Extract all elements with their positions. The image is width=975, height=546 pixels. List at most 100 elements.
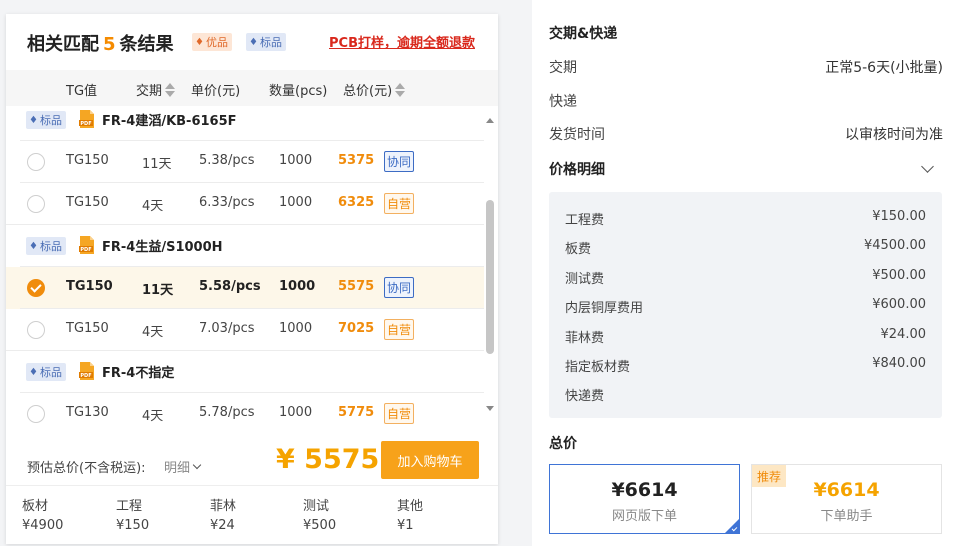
add-to-cart-button[interactable]: 加入购物车: [381, 441, 479, 479]
col-days-label: 交期: [136, 84, 163, 99]
web-order-amount: ¥6614: [611, 479, 678, 501]
results-header: 相关匹配 5 条结果 ♦ 优品 ♦ 标品 PCB打样，逾期全额退款: [6, 14, 498, 70]
price-detail-heading: 价格明细: [549, 162, 605, 178]
diamond-icon: ♦: [29, 240, 38, 252]
unit-price: 5.38/pcs: [199, 153, 255, 168]
tg-value: TG150: [66, 153, 109, 168]
col-total-label: 总价(元): [343, 84, 393, 99]
result-row[interactable]: TG150 11天 5.58/pcs 1000 5575 协同: [6, 267, 484, 309]
selected-corner-icon: [725, 519, 739, 533]
helper-order-option[interactable]: 推荐 ¥6614 下单助手: [751, 464, 942, 534]
premium-tag-label: 优品: [205, 36, 228, 49]
breakdown-item: 测试 ¥500: [303, 495, 336, 533]
svg-text:PDF: PDF: [80, 247, 91, 253]
breakdown-value: ¥500: [303, 518, 337, 533]
quantity: 1000: [279, 405, 313, 420]
col-days[interactable]: 交期: [136, 80, 176, 99]
scroll-down-icon[interactable]: [486, 406, 494, 411]
material-name: FR-4生益/S1000H: [102, 240, 223, 255]
lead-time: 11天: [142, 283, 174, 298]
result-row[interactable]: TG150 11天 5.38/pcs 1000 5375 协同: [6, 141, 484, 183]
standard-tag-label: 标品: [39, 240, 62, 253]
breakdown-name: 板材: [22, 499, 49, 514]
result-row[interactable]: TG150 4天 6.33/pcs 1000 6325 自营: [6, 183, 484, 225]
col-total[interactable]: 总价(元): [343, 80, 406, 99]
pdf-icon[interactable]: PDF: [78, 235, 96, 255]
price-summary: 预估总价(不含税运): 明细 ¥ 5575 加入购物车: [6, 438, 498, 488]
pdf-icon[interactable]: PDF: [78, 361, 96, 381]
diamond-icon: ♦: [29, 114, 38, 126]
web-order-caption: 网页版下单: [611, 509, 677, 524]
column-header: TG值 交期 单价(元) 数量(pcs) 总价(元): [6, 70, 498, 106]
list-scrollbar[interactable]: [484, 114, 496, 414]
breakdown-item: 其他 ¥1: [397, 495, 423, 533]
premium-tag: ♦ 优品: [192, 33, 232, 51]
unit-price: 5.58/pcs: [199, 279, 261, 294]
total-price: 5575: [338, 279, 375, 294]
estimate-label: 预估总价(不含税运):: [27, 461, 146, 476]
breakdown-item: 板材 ¥4900: [22, 495, 63, 533]
unit-price: 5.78/pcs: [199, 405, 255, 420]
supplier-badge: 协同: [384, 151, 415, 172]
standard-tag-label: 标品: [39, 366, 62, 379]
results-panel: 相关匹配 5 条结果 ♦ 优品 ♦ 标品 PCB打样，逾期全额退款 TG值 交期 单价(…: [6, 14, 498, 544]
result-row[interactable]: TG130 4天 5.78/pcs 1000 5775 自营: [6, 393, 484, 426]
cost-breakdown: 板材 ¥4900 工程 ¥150 菲林 ¥24 测试 ¥500 其他 ¥1: [6, 485, 498, 544]
supplier-badge: 自营: [384, 193, 415, 214]
price-item-value: ¥4500.00: [863, 238, 926, 254]
tg-value: TG150: [66, 279, 113, 294]
material-group-header: ♦ 标品 PDF FR-4生益/S1000H: [6, 224, 484, 266]
delivery-value: 正常5-6天(小批量): [825, 60, 943, 76]
material-name: FR-4建滔/KB-6165F: [102, 114, 237, 129]
diamond-icon: ♦: [195, 36, 204, 48]
col-unit-price: 单价(元): [191, 84, 241, 99]
web-order-option[interactable]: ¥6614 网页版下单: [549, 464, 740, 534]
tg-value: TG130: [66, 405, 109, 420]
total-price: 6325: [338, 195, 375, 210]
material-group-header: ♦ 标品 PDF FR-4建滔/KB-6165F: [6, 106, 484, 140]
results-list: ♦ 标品 PDF FR-4建滔/KB-6165F TG150 11天 5.38/pcs 100…: [6, 106, 484, 426]
detail-toggle[interactable]: 明细: [164, 457, 202, 476]
price-item-name: 指定板材费: [565, 360, 631, 375]
price-detail-box: 工程费 ¥150.00 板费 ¥4500.00 测试费 ¥500.00 内层铜厚费用 ¥600…: [549, 192, 942, 418]
price-item-name: 菲林费: [565, 330, 605, 346]
lead-time: 4天: [142, 199, 164, 214]
select-radio[interactable]: [27, 195, 45, 213]
breakdown-value: ¥150: [116, 518, 150, 533]
scroll-thumb[interactable]: [486, 200, 494, 354]
scroll-up-icon[interactable]: [486, 118, 494, 123]
breakdown-name: 菲林: [210, 499, 237, 514]
diamond-icon: ♦: [249, 36, 258, 48]
price-item-value: ¥840.00: [872, 356, 926, 371]
helper-order-amount: ¥6614: [813, 479, 880, 501]
select-radio[interactable]: [27, 279, 45, 297]
standard-tag: ♦ 标品: [26, 237, 66, 255]
tg-value: TG150: [66, 321, 109, 336]
col-tg: TG值: [66, 84, 98, 99]
breakdown-name: 测试: [303, 499, 330, 514]
price-item-name: 板费: [565, 242, 592, 258]
result-row[interactable]: TG150 4天 7.03/pcs 1000 7025 自营: [6, 309, 484, 351]
breakdown-item: 工程 ¥150: [116, 495, 149, 533]
promo-link[interactable]: PCB打样，逾期全额退款: [329, 32, 475, 51]
title-suffix: 条结果: [119, 34, 174, 55]
select-radio[interactable]: [27, 153, 45, 171]
estimate-total: ¥ 5575: [276, 444, 380, 475]
order-panel: 交期&快递 交期 正常5-6天(小批量) 快递 发货时间 以审核时间为准 价格明…: [532, 0, 975, 546]
express-label: 快递: [549, 94, 577, 110]
delivery-heading: 交期&快递: [549, 26, 618, 42]
standard-tag-label: 标品: [39, 114, 62, 127]
title-prefix: 相关匹配: [27, 34, 99, 55]
pdf-icon[interactable]: PDF: [78, 109, 96, 129]
select-radio[interactable]: [27, 321, 45, 339]
price-item-name: 测试费: [565, 271, 605, 287]
ship-time-value: 以审核时间为准: [845, 127, 943, 143]
select-radio[interactable]: [27, 405, 45, 423]
chevron-down-icon[interactable]: [921, 160, 934, 173]
total-price: 5775: [338, 405, 375, 420]
standard-tag-label: 标品: [259, 36, 282, 49]
price-item-name: 快递费: [565, 389, 605, 405]
lead-time: 4天: [142, 325, 164, 340]
supplier-badge: 协同: [384, 277, 415, 298]
price-item-name: 内层铜厚费用: [565, 301, 644, 317]
